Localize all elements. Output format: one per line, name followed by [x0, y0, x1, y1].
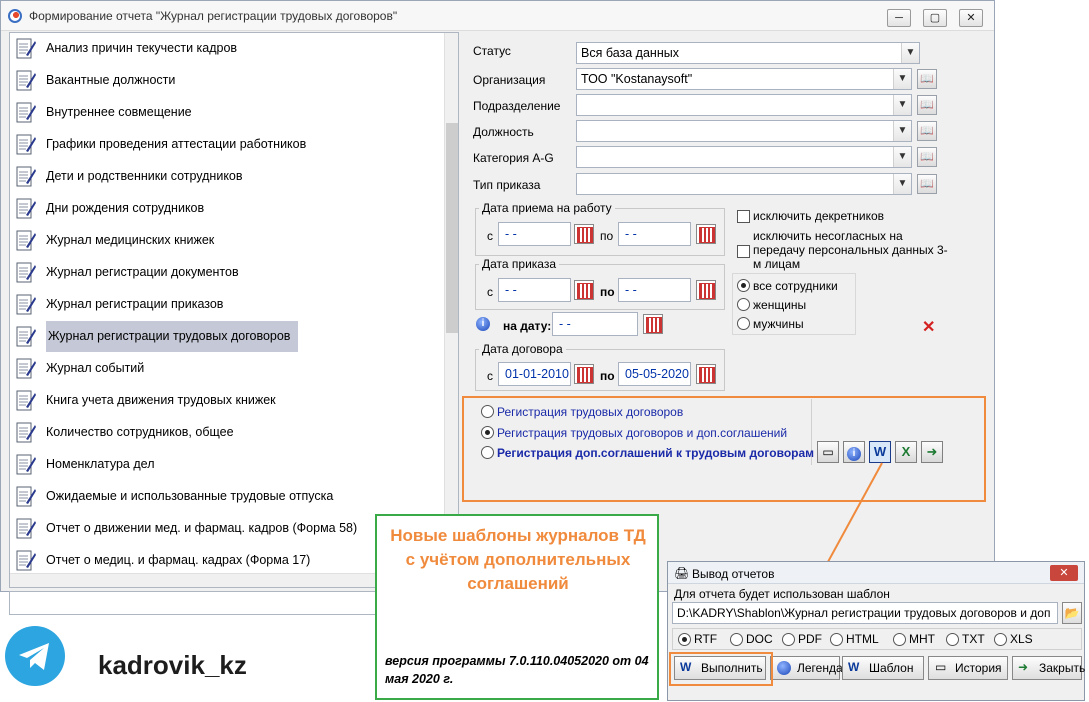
legend-label: Легенда — [797, 661, 843, 675]
format-radio-xls[interactable] — [994, 633, 1007, 646]
telegram-icon — [5, 626, 65, 686]
word-icon: W — [848, 660, 860, 674]
format-label: DOC — [746, 632, 773, 646]
open-folder-icon[interactable]: 📂 — [1062, 602, 1082, 624]
format-label: XLS — [1010, 632, 1033, 646]
format-radio-pdf[interactable] — [782, 633, 795, 646]
format-radio-mht[interactable] — [893, 633, 906, 646]
help-icon — [777, 661, 791, 675]
format-radio-html[interactable] — [830, 633, 843, 646]
template-path-field[interactable]: D:\KADRY\Shablon\Журнал регистрации труд… — [672, 602, 1058, 624]
annotation-version: версия программы 7.0.110.04052020 от 04 … — [385, 654, 649, 686]
tray-icon: ▭ — [935, 660, 947, 674]
format-radio-doc[interactable] — [730, 633, 743, 646]
format-label: RTF — [694, 632, 718, 646]
dialog-close-icon[interactable]: ✕ — [1050, 565, 1078, 581]
annotation-headline: Новые шаблоны журналов ТД с учётом допол… — [390, 526, 646, 593]
format-label: MHT — [909, 632, 935, 646]
dialog-icon: 🖨 — [674, 566, 690, 580]
format-label: PDF — [798, 632, 822, 646]
exit-door-icon: ➜ — [1018, 660, 1029, 674]
history-label: История — [955, 661, 1002, 675]
dialog-title: Вывод отчетов — [692, 567, 775, 581]
history-button[interactable]: ▭ История — [928, 656, 1008, 680]
exit-label: Закрыть — [1039, 661, 1086, 675]
paper-plane-icon — [19, 643, 49, 670]
format-radio-rtf[interactable] — [678, 633, 691, 646]
dialog-title-bar: 🖨 Вывод отчетов ✕ — [668, 562, 1084, 584]
format-label: HTML — [846, 632, 879, 646]
format-radio-txt[interactable] — [946, 633, 959, 646]
brand-handle: kadrovik_kz — [98, 650, 247, 680]
format-label: TXT — [962, 632, 985, 646]
dialog-exit-button[interactable]: ➜ Закрыть — [1012, 656, 1086, 680]
template-label: Шаблон — [869, 661, 914, 675]
legend-button[interactable]: Легенда — [770, 656, 843, 680]
run-highlight — [669, 652, 773, 686]
annotation-box: Новые шаблоны журналов ТД с учётом допол… — [375, 514, 659, 700]
template-used-label: Для отчета будет использован шаблон — [674, 587, 890, 601]
template-button[interactable]: W Шаблон — [842, 656, 924, 680]
